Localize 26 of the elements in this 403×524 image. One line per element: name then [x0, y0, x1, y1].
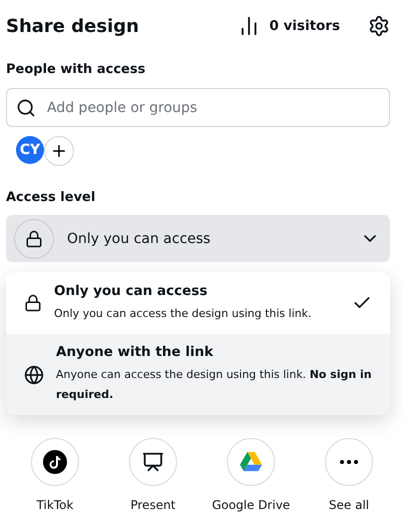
- search-field[interactable]: Add people or groups: [6, 88, 390, 127]
- music-note-icon: [43, 450, 67, 474]
- access-option[interactable]: Only you can access Only you can access the design using this link.: [6, 272, 390, 334]
- option-description: Anyone can access the design using this link. No sign in required.: [56, 367, 372, 403]
- search-icon: [16, 98, 36, 118]
- section-label: People with access: [6, 62, 146, 77]
- chevron-icon: [364, 235, 376, 242]
- dialog-title: Share design: [6, 16, 140, 36]
- more-icon: [340, 460, 358, 464]
- option-title: Anyone with the link: [56, 344, 214, 360]
- avatar[interactable]: CY: [16, 136, 44, 164]
- triangle-icon: [240, 452, 262, 472]
- plus-icon: [50, 142, 68, 160]
- section-label: Access level: [6, 190, 96, 205]
- globe-icon: [24, 364, 44, 384]
- access-option[interactable]: Anyone with the link Anyone can access the design using this link. No sign in required.: [6, 334, 390, 415]
- add-person-button[interactable]: [44, 136, 74, 166]
- lock-icon: [25, 230, 43, 248]
- option-description: Only you can access the design using this link.: [54, 306, 312, 322]
- lock-icon: [24, 294, 42, 312]
- access-dropdown[interactable]: Only you can access: [6, 215, 390, 262]
- presentation-icon: [142, 451, 164, 473]
- option-title: Only you can access: [54, 282, 208, 298]
- settings-icon[interactable]: [368, 15, 390, 37]
- visitors-button[interactable]: 0 visitors: [238, 15, 340, 37]
- share-target[interactable]: Google Drive: [212, 438, 290, 512]
